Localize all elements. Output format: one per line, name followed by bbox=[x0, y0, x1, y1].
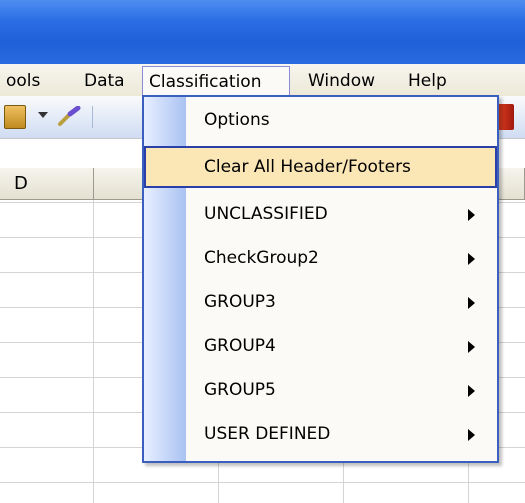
submenu-arrow-icon bbox=[468, 385, 475, 397]
menu-item-checkgroup2[interactable]: CheckGroup2 bbox=[144, 239, 497, 280]
menu-item-group3[interactable]: GROUP3 bbox=[144, 283, 497, 324]
menu-bar: ools Data Classification Window Help bbox=[0, 64, 525, 96]
menu-tools[interactable]: ools bbox=[0, 64, 46, 96]
chart-icon[interactable] bbox=[498, 104, 514, 130]
submenu-arrow-icon bbox=[468, 429, 475, 441]
toolbar-separator bbox=[92, 106, 93, 128]
menu-item-options[interactable]: Options bbox=[144, 101, 497, 142]
column-header-next[interactable] bbox=[498, 168, 525, 200]
menu-classification[interactable]: Classification bbox=[142, 66, 290, 96]
submenu-arrow-icon bbox=[468, 297, 475, 309]
menu-item-group4[interactable]: GROUP4 bbox=[144, 327, 497, 368]
submenu-arrow-icon bbox=[468, 209, 475, 221]
submenu-arrow-icon bbox=[468, 341, 475, 353]
menu-help[interactable]: Help bbox=[402, 64, 453, 96]
submenu-arrow-icon bbox=[468, 253, 475, 265]
column-header-d[interactable]: D bbox=[0, 168, 94, 200]
format-painter-icon[interactable] bbox=[56, 106, 84, 128]
menu-item-user-defined[interactable]: USER DEFINED bbox=[144, 415, 497, 456]
column-header-e[interactable] bbox=[94, 168, 144, 200]
classification-dropdown-menu: Options Clear All Header/Footers UNCLASS… bbox=[142, 95, 499, 463]
menu-window[interactable]: Window bbox=[302, 64, 381, 96]
menu-item-unclassified[interactable]: UNCLASSIFIED bbox=[144, 195, 497, 236]
paste-dropdown-arrow-icon[interactable] bbox=[38, 112, 48, 118]
menu-item-group5[interactable]: GROUP5 bbox=[144, 371, 497, 412]
window-title-bar bbox=[0, 0, 525, 64]
menu-item-clear-all-header-footers[interactable]: Clear All Header/Footers bbox=[144, 146, 497, 188]
paste-icon[interactable] bbox=[4, 105, 26, 129]
menu-data[interactable]: Data bbox=[78, 64, 131, 96]
